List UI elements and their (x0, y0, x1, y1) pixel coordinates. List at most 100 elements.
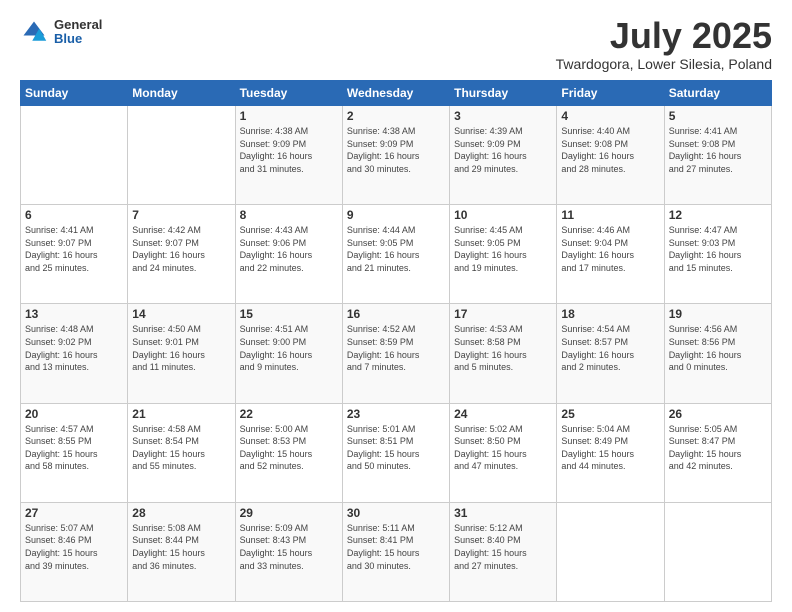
calendar-cell: 7 Sunrise: 4:42 AM Sunset: 9:07 PM Daylig… (128, 205, 235, 304)
calendar-cell: 2Sunrise: 4:38 AM Sunset: 9:09 PM Daylig… (342, 106, 449, 205)
calendar-cell: 11 Sunrise: 4:46 AM Sunset: 9:04 PM Dayli… (557, 205, 664, 304)
calendar-day-header: Friday (557, 81, 664, 106)
day-detail: Sunrise: 4:56 AM Sunset: 8:56 PM Dayligh… (669, 323, 767, 373)
day-number: 27 (25, 506, 123, 520)
day-number: 30 (347, 506, 445, 520)
day-detail: Sunrise: 4:45 AM Sunset: 9:05 PM Dayligh… (454, 224, 552, 274)
location: Twardogora, Lower Silesia, Poland (556, 56, 772, 72)
month-title: July 2025 (556, 18, 772, 54)
calendar-cell: 29Sunrise: 5:09 AM Sunset: 8:43 PM Dayli… (235, 502, 342, 601)
calendar-cell: 31Sunrise: 5:12 AM Sunset: 8:40 PM Dayli… (450, 502, 557, 601)
calendar-cell: 30 Sunrise: 5:11 AM Sunset: 8:41 PM Dayli… (342, 502, 449, 601)
calendar-cell: 21Sunrise: 4:58 AM Sunset: 8:54 PM Dayli… (128, 403, 235, 502)
day-number: 12 (669, 208, 767, 222)
calendar-day-header: Tuesday (235, 81, 342, 106)
day-number: 10 (454, 208, 552, 222)
calendar-cell: 24Sunrise: 5:02 AM Sunset: 8:50 PM Dayli… (450, 403, 557, 502)
day-number: 17 (454, 307, 552, 321)
calendar-day-header: Sunday (21, 81, 128, 106)
day-detail: Sunrise: 4:53 AM Sunset: 8:58 PM Dayligh… (454, 323, 552, 373)
logo: General Blue (20, 18, 102, 47)
calendar: SundayMondayTuesdayWednesdayThursdayFrid… (20, 80, 772, 602)
calendar-cell: 17 Sunrise: 4:53 AM Sunset: 8:58 PM Dayli… (450, 304, 557, 403)
calendar-cell: 13Sunrise: 4:48 AM Sunset: 9:02 PM Dayli… (21, 304, 128, 403)
header: General Blue July 2025 Twardogora, Lower… (20, 18, 772, 72)
calendar-cell: 14Sunrise: 4:50 AM Sunset: 9:01 PM Dayli… (128, 304, 235, 403)
day-number: 15 (240, 307, 338, 321)
day-detail: Sunrise: 4:51 AM Sunset: 9:00 PM Dayligh… (240, 323, 338, 373)
day-number: 1 (240, 109, 338, 123)
day-detail: Sunrise: 5:04 AM Sunset: 8:49 PM Dayligh… (561, 423, 659, 473)
day-detail: Sunrise: 4:41 AM Sunset: 9:08 PM Dayligh… (669, 125, 767, 175)
day-detail: Sunrise: 4:46 AM Sunset: 9:04 PM Dayligh… (561, 224, 659, 274)
day-detail: Sunrise: 4:57 AM Sunset: 8:55 PM Dayligh… (25, 423, 123, 473)
calendar-cell (557, 502, 664, 601)
day-number: 6 (25, 208, 123, 222)
calendar-week-row: 27 Sunrise: 5:07 AM Sunset: 8:46 PM Dayli… (21, 502, 772, 601)
day-detail: Sunrise: 5:00 AM Sunset: 8:53 PM Dayligh… (240, 423, 338, 473)
calendar-cell: 1 Sunrise: 4:38 AM Sunset: 9:09 PM Daylig… (235, 106, 342, 205)
day-detail: Sunrise: 4:38 AM Sunset: 9:09 PM Dayligh… (347, 125, 445, 175)
title-block: July 2025 Twardogora, Lower Silesia, Pol… (556, 18, 772, 72)
day-number: 7 (132, 208, 230, 222)
calendar-week-row: 20 Sunrise: 4:57 AM Sunset: 8:55 PM Dayli… (21, 403, 772, 502)
calendar-day-header: Thursday (450, 81, 557, 106)
day-number: 18 (561, 307, 659, 321)
logo-text: General Blue (54, 18, 102, 47)
day-detail: Sunrise: 4:52 AM Sunset: 8:59 PM Dayligh… (347, 323, 445, 373)
calendar-cell: 8Sunrise: 4:43 AM Sunset: 9:06 PM Daylig… (235, 205, 342, 304)
calendar-cell: 15 Sunrise: 4:51 AM Sunset: 9:00 PM Dayli… (235, 304, 342, 403)
day-number: 26 (669, 407, 767, 421)
day-number: 8 (240, 208, 338, 222)
calendar-cell: 25Sunrise: 5:04 AM Sunset: 8:49 PM Dayli… (557, 403, 664, 502)
day-detail: Sunrise: 5:07 AM Sunset: 8:46 PM Dayligh… (25, 522, 123, 572)
calendar-cell: 12Sunrise: 4:47 AM Sunset: 9:03 PM Dayli… (664, 205, 771, 304)
logo-icon (20, 18, 48, 46)
calendar-cell: 27 Sunrise: 5:07 AM Sunset: 8:46 PM Dayli… (21, 502, 128, 601)
page: General Blue July 2025 Twardogora, Lower… (0, 0, 792, 612)
calendar-cell (21, 106, 128, 205)
calendar-cell (128, 106, 235, 205)
calendar-day-header: Saturday (664, 81, 771, 106)
calendar-cell: 4 Sunrise: 4:40 AM Sunset: 9:08 PM Daylig… (557, 106, 664, 205)
calendar-cell: 22 Sunrise: 5:00 AM Sunset: 8:53 PM Dayli… (235, 403, 342, 502)
day-number: 16 (347, 307, 445, 321)
calendar-cell: 5 Sunrise: 4:41 AM Sunset: 9:08 PM Daylig… (664, 106, 771, 205)
day-number: 21 (132, 407, 230, 421)
calendar-cell: 10 Sunrise: 4:45 AM Sunset: 9:05 PM Dayli… (450, 205, 557, 304)
calendar-week-row: 13Sunrise: 4:48 AM Sunset: 9:02 PM Dayli… (21, 304, 772, 403)
day-detail: Sunrise: 5:11 AM Sunset: 8:41 PM Dayligh… (347, 522, 445, 572)
day-number: 22 (240, 407, 338, 421)
calendar-cell: 18 Sunrise: 4:54 AM Sunset: 8:57 PM Dayli… (557, 304, 664, 403)
day-detail: Sunrise: 5:05 AM Sunset: 8:47 PM Dayligh… (669, 423, 767, 473)
day-detail: Sunrise: 4:48 AM Sunset: 9:02 PM Dayligh… (25, 323, 123, 373)
day-number: 3 (454, 109, 552, 123)
day-number: 19 (669, 307, 767, 321)
day-detail: Sunrise: 5:09 AM Sunset: 8:43 PM Dayligh… (240, 522, 338, 572)
day-number: 11 (561, 208, 659, 222)
calendar-cell: 28Sunrise: 5:08 AM Sunset: 8:44 PM Dayli… (128, 502, 235, 601)
day-detail: Sunrise: 4:40 AM Sunset: 9:08 PM Dayligh… (561, 125, 659, 175)
day-detail: Sunrise: 4:42 AM Sunset: 9:07 PM Dayligh… (132, 224, 230, 274)
calendar-day-header: Wednesday (342, 81, 449, 106)
calendar-week-row: 1 Sunrise: 4:38 AM Sunset: 9:09 PM Daylig… (21, 106, 772, 205)
day-detail: Sunrise: 5:08 AM Sunset: 8:44 PM Dayligh… (132, 522, 230, 572)
logo-general: General (54, 18, 102, 32)
day-number: 4 (561, 109, 659, 123)
day-number: 14 (132, 307, 230, 321)
day-detail: Sunrise: 4:38 AM Sunset: 9:09 PM Dayligh… (240, 125, 338, 175)
calendar-week-row: 6Sunrise: 4:41 AM Sunset: 9:07 PM Daylig… (21, 205, 772, 304)
calendar-day-header: Monday (128, 81, 235, 106)
day-number: 20 (25, 407, 123, 421)
day-number: 31 (454, 506, 552, 520)
calendar-cell: 20 Sunrise: 4:57 AM Sunset: 8:55 PM Dayli… (21, 403, 128, 502)
day-detail: Sunrise: 4:54 AM Sunset: 8:57 PM Dayligh… (561, 323, 659, 373)
calendar-cell: 23 Sunrise: 5:01 AM Sunset: 8:51 PM Dayli… (342, 403, 449, 502)
day-number: 24 (454, 407, 552, 421)
calendar-cell: 19 Sunrise: 4:56 AM Sunset: 8:56 PM Dayli… (664, 304, 771, 403)
logo-blue: Blue (54, 32, 102, 46)
day-number: 5 (669, 109, 767, 123)
calendar-cell: 16 Sunrise: 4:52 AM Sunset: 8:59 PM Dayli… (342, 304, 449, 403)
day-number: 23 (347, 407, 445, 421)
day-detail: Sunrise: 5:01 AM Sunset: 8:51 PM Dayligh… (347, 423, 445, 473)
